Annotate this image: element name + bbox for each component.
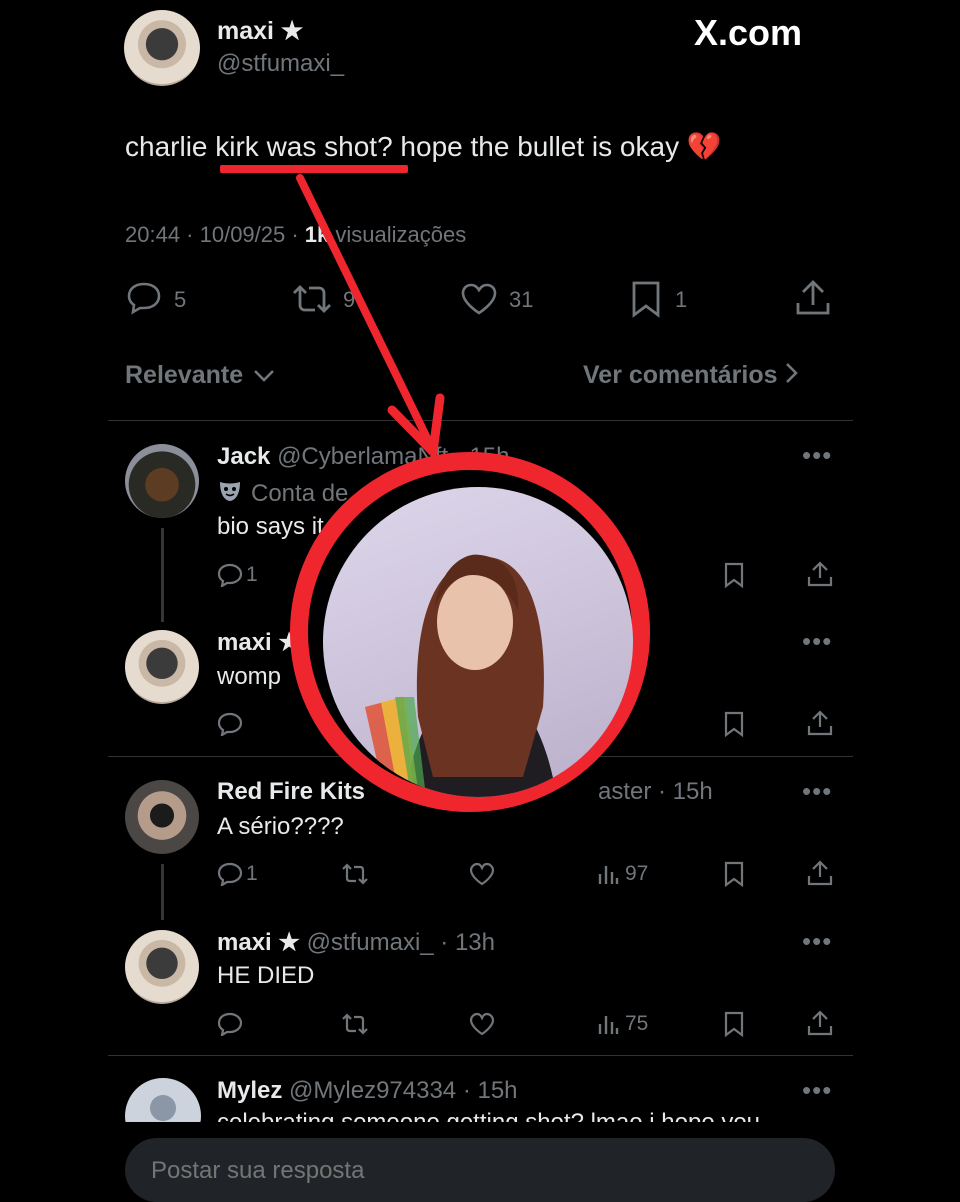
profile-photo [323,487,633,797]
